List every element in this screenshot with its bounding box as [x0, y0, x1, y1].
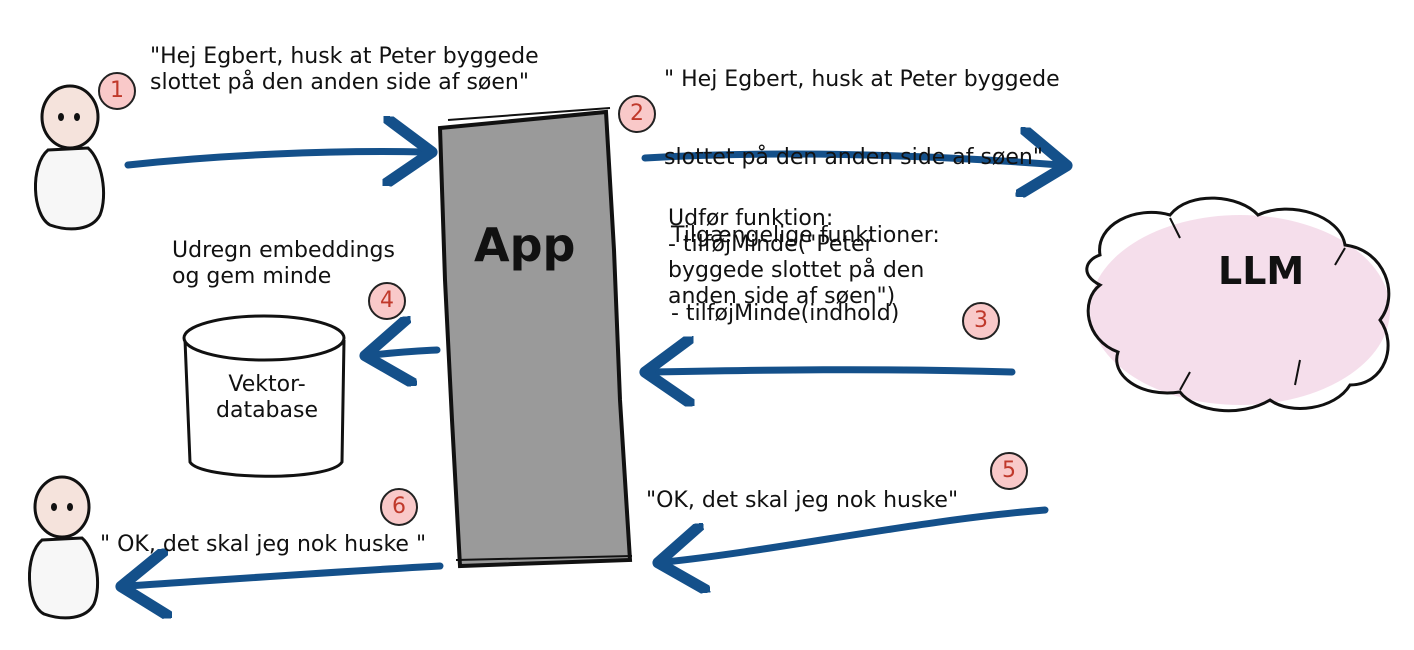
app-label: App — [474, 218, 576, 272]
user-icon-bottom — [28, 475, 100, 620]
step-3-text: Udfør funktion: - tilføjMinde("Peter byg… — [668, 206, 924, 310]
step-4-line: og gem minde — [172, 264, 332, 289]
llm-label: LLM — [1218, 249, 1305, 293]
app-box — [437, 107, 633, 569]
step-3-line: anden side af søen") — [668, 284, 896, 309]
step-3-line: - tilføjMinde("Peter — [668, 232, 874, 257]
arrow-user-to-app — [124, 152, 425, 165]
llm-cloud — [1085, 196, 1391, 413]
vector-database-label: Vektor- database — [216, 372, 318, 424]
step-1-badge: 1 — [98, 72, 136, 110]
arrow-llm-to-app — [652, 370, 1016, 372]
step-1-line: "Hej Egbert, husk at Peter byggede — [150, 44, 539, 69]
user-icon-top — [34, 84, 106, 231]
step-2-badge: 2 — [618, 95, 656, 133]
vector-database-label-line: Vektor- — [228, 372, 306, 397]
step-5-text: "OK, det skal jeg nok huske" — [646, 488, 958, 514]
step-6-line: " OK, det skal jeg nok huske " — [100, 532, 427, 557]
step-3-line: byggede slottet på den — [668, 258, 925, 283]
step-2-line: slottet på den anden side af søen" — [664, 145, 1043, 170]
step-3-line: Udfør funktion: — [668, 206, 834, 231]
step-6-badge: 6 — [380, 488, 418, 526]
arrow-llm-response-to-app — [665, 506, 1049, 562]
step-6-text: " OK, det skal jeg nok huske " — [100, 532, 426, 558]
step-4-line: Udregn embeddings — [172, 238, 395, 263]
step-5-badge: 5 — [990, 452, 1028, 490]
arrow-app-to-user — [128, 566, 444, 586]
arrow-app-to-database — [372, 350, 441, 355]
step-5-line: "OK, det skal jeg nok huske" — [646, 488, 959, 513]
step-1-line: slottet på den anden side af søen" — [150, 70, 529, 95]
vector-database-label-line: database — [216, 398, 318, 423]
step-3-badge: 3 — [962, 302, 1000, 340]
step-1-text: "Hej Egbert, husk at Peter byggede slott… — [150, 44, 539, 96]
step-4-text: Udregn embeddings og gem minde — [172, 238, 395, 290]
step-2-line: " Hej Egbert, husk at Peter byggede — [664, 67, 1060, 92]
